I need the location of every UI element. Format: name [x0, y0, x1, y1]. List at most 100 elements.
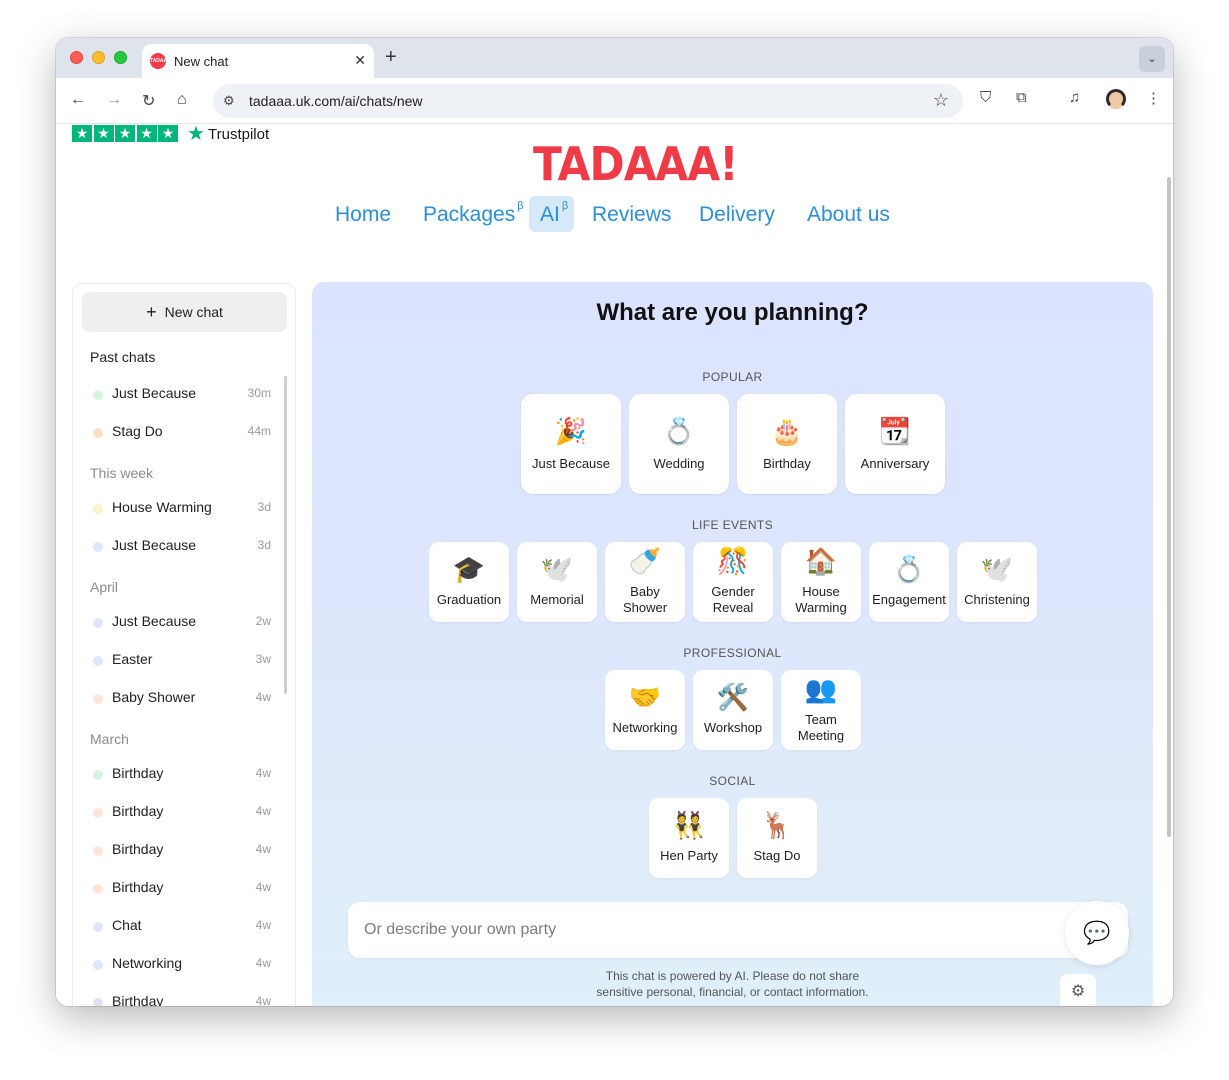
- chat-time: 3d: [257, 500, 271, 514]
- occasion-card[interactable]: 🏠 House Warming: [781, 542, 861, 622]
- occasion-card[interactable]: 🎓 Graduation: [429, 542, 509, 622]
- occasion-card[interactable]: 🎊 Gender Reveal: [693, 542, 773, 622]
- chat-item[interactable]: Birthday 4w: [73, 762, 287, 786]
- chat-item[interactable]: Birthday 4w: [73, 800, 287, 824]
- nav-reviews[interactable]: Reviews: [592, 203, 671, 227]
- settings-gear-icon[interactable]: ⚙: [1060, 974, 1096, 1006]
- planner-panel: What are you planning? POPULAR 🎉 Just Bec…: [312, 282, 1153, 1006]
- chat-name: Birthday: [112, 879, 164, 895]
- new-chat-button[interactable]: + New chat: [82, 292, 287, 332]
- section-title: April: [90, 579, 119, 595]
- occasion-card[interactable]: 🛠️ Workshop: [693, 670, 773, 750]
- close-tab-icon[interactable]: ✕: [354, 52, 366, 69]
- house-icon: 🏠: [804, 546, 838, 576]
- occasion-card[interactable]: 🎉 Just Because: [521, 394, 621, 494]
- section-title: This week: [90, 465, 154, 481]
- site-logo[interactable]: TADAAA!: [533, 137, 739, 191]
- party-popper-icon: 🎉: [554, 416, 588, 446]
- graduation-cap-icon: 🎓: [452, 554, 486, 584]
- chat-item[interactable]: Baby Shower 4w: [73, 686, 287, 710]
- occasion-card[interactable]: 👯 Hen Party: [649, 798, 729, 878]
- browser-window: TADAAA New chat ✕ + ⌄ ← → ↻ ⌂ ⚙ tadaaa.u…: [56, 38, 1173, 1006]
- chat-item[interactable]: House Warming 3d: [73, 496, 287, 520]
- address-bar[interactable]: ⚙ tadaaa.uk.com/ai/chats/new ☆: [213, 84, 963, 118]
- category-label: POPULAR: [702, 370, 763, 384]
- url-text[interactable]: tadaaa.uk.com/ai/chats/new: [249, 93, 423, 109]
- occasion-label: Graduation: [436, 592, 502, 607]
- occasion-card[interactable]: 🕊️ Memorial: [517, 542, 597, 622]
- reload-icon[interactable]: ↻: [142, 91, 155, 111]
- site-settings-icon[interactable]: ⚙: [223, 93, 235, 109]
- trustpilot-label[interactable]: Trustpilot: [208, 126, 269, 143]
- maximize-window-button[interactable]: [114, 51, 127, 64]
- occasion-label: Gender Reveal: [711, 584, 755, 615]
- chat-item[interactable]: Birthday 4w: [73, 876, 287, 900]
- chat-dot: [93, 656, 103, 666]
- tools-icon: 🛠️: [716, 682, 750, 712]
- chat-name: Easter: [112, 651, 153, 667]
- confetti-icon: 🎊: [716, 546, 750, 576]
- section-title: March: [90, 731, 129, 747]
- chat-dot: [93, 998, 103, 1006]
- favicon-icon: TADAAA: [150, 53, 171, 69]
- party-description-input[interactable]: Or describe your own party: [348, 902, 1128, 958]
- chat-item[interactable]: Birthday 4w: [73, 838, 287, 862]
- minimize-window-button[interactable]: [92, 51, 105, 64]
- nav-ai[interactable]: AI β: [540, 200, 569, 227]
- shield-icon[interactable]: ⛉: [980, 89, 991, 106]
- chat-item[interactable]: Just Because 2w: [73, 610, 287, 634]
- occasion-card[interactable]: 🍼 Baby Shower: [605, 542, 685, 622]
- chat-item[interactable]: Networking 4w: [73, 952, 287, 976]
- chat-name: Birthday: [112, 993, 164, 1006]
- nav-packages[interactable]: Packages β: [423, 200, 524, 227]
- chat-item[interactable]: Just Because 30m: [73, 382, 287, 406]
- ring-icon: 💍: [662, 416, 696, 446]
- occasion-label: House Warming: [795, 584, 847, 615]
- chat-dot: [93, 770, 103, 780]
- chat-item[interactable]: Just Because 3d: [73, 534, 287, 558]
- chat-time: 3d: [257, 538, 271, 552]
- occasion-card[interactable]: 🤝 Networking: [605, 670, 685, 750]
- chat-time: 4w: [255, 842, 271, 856]
- occasion-card[interactable]: 👥 Team Meeting: [781, 670, 861, 750]
- close-window-button[interactable]: [70, 51, 83, 64]
- disclaimer-line: sensitive personal, financial, or contac…: [596, 985, 869, 999]
- occasion-label: Team Meeting: [797, 712, 845, 743]
- new-tab-icon[interactable]: +: [385, 46, 397, 69]
- home-icon[interactable]: ⌂: [177, 91, 187, 109]
- more-menu-icon[interactable]: ⋮: [1146, 89, 1161, 107]
- occasion-card[interactable]: 💍 Engagement: [869, 542, 949, 622]
- browser-toolbar: ← → ↻ ⌂ ⚙ tadaaa.uk.com/ai/chats/new ☆ ⛉…: [56, 78, 1173, 124]
- chat-name: Birthday: [112, 803, 164, 819]
- chat-item[interactable]: Birthday 4w: [73, 990, 287, 1006]
- profile-avatar[interactable]: [1106, 89, 1126, 109]
- occasion-card[interactable]: 💍 Wedding: [629, 394, 729, 494]
- media-icon[interactable]: ♫: [1069, 89, 1080, 106]
- chat-dot: [93, 884, 103, 894]
- occasion-card[interactable]: 🕊️ Christening: [957, 542, 1037, 622]
- occasion-card[interactable]: 🦌 Stag Do: [737, 798, 817, 878]
- nav-delivery[interactable]: Delivery: [699, 203, 775, 227]
- bookmark-star-icon[interactable]: ☆: [933, 90, 949, 111]
- nav-home[interactable]: Home: [335, 203, 391, 227]
- extensions-icon[interactable]: ⧉: [1016, 89, 1027, 106]
- chat-item[interactable]: Stag Do 44m: [73, 420, 287, 444]
- chat-dot: [93, 846, 103, 856]
- chat-item[interactable]: Easter 3w: [73, 648, 287, 672]
- occasion-card[interactable]: 🎂 Birthday: [737, 394, 837, 494]
- back-icon[interactable]: ←: [70, 91, 86, 109]
- forward-icon[interactable]: →: [106, 91, 122, 109]
- chat-item[interactable]: Chat 4w: [73, 914, 287, 938]
- nav-about[interactable]: About us: [807, 203, 890, 227]
- category-label: LIFE EVENTS: [691, 518, 774, 532]
- chat-send-button[interactable]: 💬: [1065, 901, 1129, 965]
- chat-time: 3w: [255, 652, 271, 666]
- tab-search-chevron-icon[interactable]: ⌄: [1139, 46, 1165, 72]
- occasion-card[interactable]: 📆 Anniversary: [845, 394, 945, 494]
- beta-badge: β: [561, 200, 569, 212]
- nav-ai-label: AI: [540, 203, 560, 226]
- browser-tab[interactable]: TADAAA New chat ✕: [142, 44, 374, 78]
- chat-time: 44m: [247, 424, 271, 438]
- page-scrollbar[interactable]: [1167, 177, 1171, 837]
- chat-dot: [93, 694, 103, 704]
